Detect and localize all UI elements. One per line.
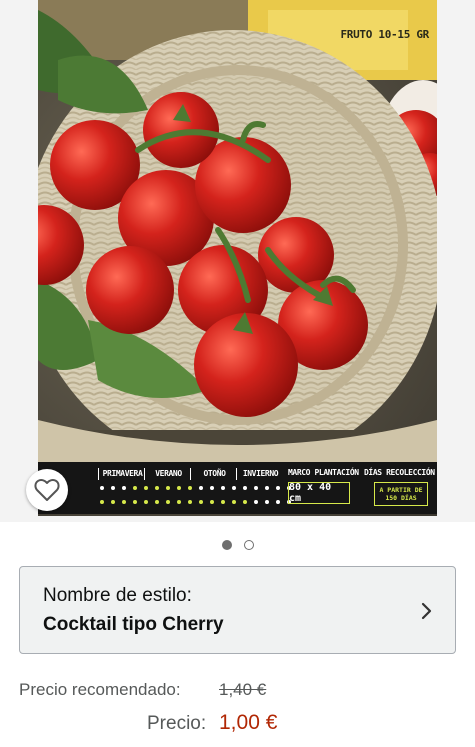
style-name-value: Cocktail tipo Cherry bbox=[43, 614, 224, 635]
season-otono: OTOÑO bbox=[190, 468, 236, 480]
price-value: 1,00 € bbox=[219, 711, 278, 734]
price-label: Precio: bbox=[147, 713, 207, 734]
chevron-right-icon bbox=[421, 602, 432, 620]
carousel-indicator bbox=[0, 540, 475, 550]
recommended-price-value: 1,40 € bbox=[219, 680, 267, 699]
season-invierno: INVIERNO bbox=[236, 468, 282, 480]
heart-outline-icon bbox=[34, 479, 60, 501]
carousel-dot[interactable] bbox=[243, 540, 254, 550]
style-name-selector[interactable]: Nombre de estilo: Cocktail tipo Cherry bbox=[19, 566, 456, 654]
style-name-label: Nombre de estilo: bbox=[43, 585, 192, 606]
marco-plantacion-header: MARCO PLANTACIÓN bbox=[288, 468, 359, 477]
calendar-dots-row-1 bbox=[100, 486, 291, 490]
recommended-price-label: Precio recomendado: bbox=[19, 680, 181, 699]
season-primavera: PRIMAVERA bbox=[98, 468, 144, 480]
season-verano: VERANO bbox=[144, 468, 190, 480]
product-image-gallery[interactable]: FRUTO 10-15 GR PRIMAVERA VERANO OTOÑO IN… bbox=[0, 0, 475, 522]
product-photo[interactable]: FRUTO 10-15 GR bbox=[38, 0, 437, 516]
season-columns: PRIMAVERA VERANO OTOÑO INVIERNO bbox=[98, 468, 282, 480]
dias-recoleccion-value: A PARTIR DE 150 DÍAS bbox=[374, 482, 428, 506]
planting-info-strip: PRIMAVERA VERANO OTOÑO INVIERNO MARCO PL… bbox=[38, 462, 437, 514]
fruit-size-label: FRUTO 10-15 GR bbox=[340, 28, 429, 41]
calendar-dots-row-2 bbox=[100, 500, 291, 504]
carousel-dot-active[interactable] bbox=[221, 540, 232, 550]
wishlist-button[interactable] bbox=[26, 469, 68, 511]
dias-recoleccion-header: DÍAS RECOLECCIÓN bbox=[364, 468, 435, 477]
marco-plantacion-value: 80 x 40 cm bbox=[288, 482, 350, 504]
tomato-basket-illustration bbox=[38, 0, 437, 470]
